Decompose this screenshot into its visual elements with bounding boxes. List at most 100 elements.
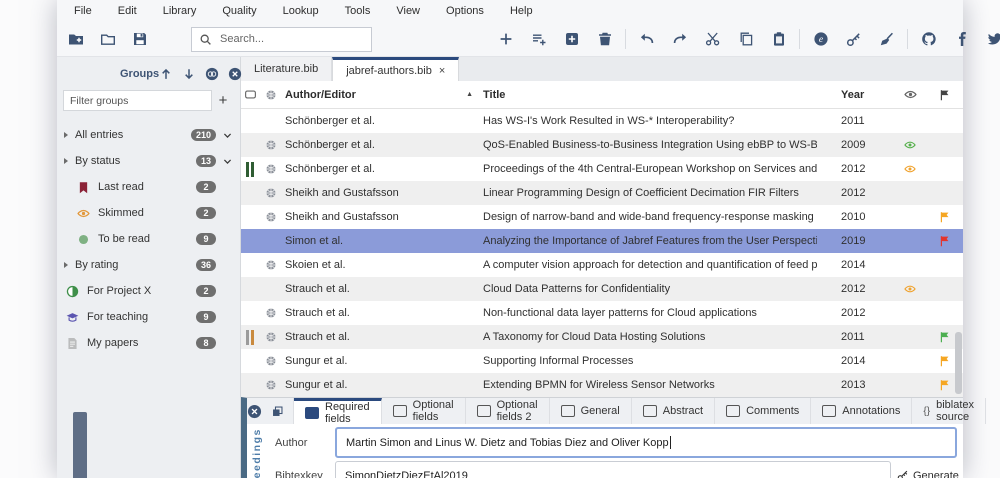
table-row[interactable]: Sungur et al.Extending BPMN for Wireless… — [241, 373, 963, 397]
table-row[interactable]: Sheikh and GustafssonDesign of narrow-ba… — [241, 205, 963, 229]
cut-icon[interactable] — [704, 31, 721, 48]
generate-key-button[interactable]: Generate — [897, 469, 963, 478]
column-readstatus[interactable] — [893, 88, 927, 101]
redo-icon[interactable] — [671, 31, 688, 48]
column-author[interactable]: Author/Editor ▲ — [283, 89, 481, 101]
url-cell — [259, 331, 283, 343]
group-item-all-entries[interactable]: All entries210 — [57, 122, 240, 148]
twitter-icon[interactable] — [986, 31, 1000, 48]
cleanup-icon[interactable] — [878, 31, 895, 48]
column-priority[interactable] — [927, 89, 963, 101]
table-row[interactable]: Simon et al.Analyzing the Importance of … — [241, 229, 963, 253]
new-library-icon[interactable] — [67, 31, 84, 48]
group-item-last-read[interactable]: Last read2 — [57, 174, 240, 200]
facebook-icon[interactable] — [953, 31, 970, 48]
menu-tools[interactable]: Tools — [332, 5, 384, 17]
table-row[interactable]: Strauch et al.Cloud Data Patterns for Co… — [241, 277, 963, 301]
table-row[interactable]: Sungur et al.Supporting Informal Process… — [241, 349, 963, 373]
chevron-down-icon[interactable] — [216, 130, 233, 141]
editor-tab-comments[interactable]: Comments — [715, 398, 811, 424]
editor-tab-required-fields[interactable]: Required fields — [294, 398, 382, 424]
search-input[interactable] — [218, 32, 364, 46]
editor-tab-general[interactable]: General — [550, 398, 632, 424]
library-tab-Literature.bib[interactable]: Literature.bib — [241, 57, 332, 81]
editor-tab-biblatex-source[interactable]: {}biblatex source — [912, 398, 986, 424]
close-entry-editor-button[interactable] — [247, 398, 262, 424]
new-entry-icon[interactable] — [497, 31, 514, 48]
menu-help[interactable]: Help — [497, 5, 546, 17]
table-scrollbar[interactable] — [955, 332, 962, 394]
table-row[interactable]: Schönberger et al.QoS-Enabled Business-t… — [241, 133, 963, 157]
fetch-web-icon[interactable]: e — [812, 31, 829, 48]
github-icon[interactable] — [920, 31, 937, 48]
menu-view[interactable]: View — [383, 5, 433, 17]
menu-options[interactable]: Options — [433, 5, 497, 17]
attachment-bars-icon — [246, 162, 254, 177]
menu-lookup[interactable]: Lookup — [270, 5, 332, 17]
library-tab-jabref-authors.bib[interactable]: jabref-authors.bib× — [332, 57, 459, 81]
group-item-my-papers[interactable]: My papers8 — [57, 330, 240, 356]
toolbar-separator — [625, 29, 626, 49]
group-item-to-be-read[interactable]: To be read9 — [57, 226, 240, 252]
menu-file[interactable]: File — [61, 5, 105, 17]
column-title[interactable]: Title — [481, 89, 817, 101]
table-row[interactable]: Sheikh and GustafssonLinear Programming … — [241, 181, 963, 205]
table-row[interactable]: Strauch et al.Non-functional data layer … — [241, 301, 963, 325]
add-box-icon[interactable] — [563, 31, 580, 48]
delete-entry-icon[interactable] — [596, 31, 613, 48]
year-cell: 2012 — [817, 283, 893, 295]
open-library-icon[interactable] — [99, 31, 116, 48]
close-circle-icon[interactable] — [228, 67, 242, 81]
file-attachment-cell — [241, 162, 259, 177]
author-input[interactable]: Martin Simon and Linus W. Dietz and Tobi… — [335, 427, 957, 458]
editor-tab-abstract[interactable]: Abstract — [632, 398, 715, 424]
bibtexkey-input[interactable]: SimonDietzDiezEtAl2019 — [335, 461, 891, 478]
chevron-down-icon[interactable] — [216, 156, 233, 167]
save-library-icon[interactable] — [131, 31, 148, 48]
add-group-button[interactable]: + — [212, 91, 234, 110]
editor-tab-annotations[interactable]: Annotations — [811, 398, 912, 424]
read-status-eye-icon — [904, 283, 916, 295]
union-icon[interactable] — [205, 67, 219, 81]
expander-icon[interactable] — [64, 262, 75, 268]
table-row[interactable]: Schönberger et al.Has WS-I's Work Result… — [241, 109, 963, 133]
expander-icon[interactable] — [64, 158, 75, 164]
new-entry-plain-icon[interactable] — [530, 31, 547, 48]
copy-icon[interactable] — [737, 31, 754, 48]
arrow-down-icon[interactable] — [182, 67, 196, 81]
menu-library[interactable]: Library — [150, 5, 210, 17]
paper-icon — [66, 336, 81, 351]
menu-edit[interactable]: Edit — [105, 5, 150, 17]
author-value: Martin Simon and Linus W. Dietz and Tobi… — [346, 437, 669, 449]
table-row[interactable]: Strauch et al.A Taxonomy for Cloud Data … — [241, 325, 963, 349]
undo-icon[interactable] — [638, 31, 655, 48]
table-row[interactable]: Skoien et al.A computer vision approach … — [241, 253, 963, 277]
title-cell: Cloud Data Patterns for Confidentiality — [481, 283, 817, 295]
group-item-by-status[interactable]: By status13 — [57, 148, 240, 174]
group-item-by-rating[interactable]: By rating36 — [57, 252, 240, 278]
paste-icon[interactable] — [770, 31, 787, 48]
title-cell: Analyzing the Importance of Jabref Featu… — [481, 235, 817, 247]
editor-tab-optional-fields[interactable]: Optional fields — [382, 398, 466, 424]
close-tab-icon[interactable]: × — [439, 65, 445, 77]
author-cell: Sungur et al. — [283, 379, 481, 391]
group-item-for-teaching[interactable]: For teaching9 — [57, 304, 240, 330]
editor-tab-label: Abstract — [663, 405, 703, 417]
column-year[interactable]: Year — [817, 89, 893, 101]
editor-tab-optional-fields-2[interactable]: Optional fields 2 — [466, 398, 550, 424]
column-url[interactable] — [259, 89, 283, 101]
menu-quality[interactable]: Quality — [209, 5, 269, 17]
tab-related-articles[interactable] — [262, 398, 294, 424]
group-label: By status — [75, 155, 196, 167]
keygen-icon[interactable] — [845, 31, 862, 48]
group-item-for-project-x[interactable]: For Project X2 — [57, 278, 240, 304]
column-file[interactable] — [241, 88, 259, 101]
author-cell: Skoien et al. — [283, 259, 481, 271]
filter-groups-input[interactable] — [63, 90, 212, 111]
search-box[interactable] — [191, 27, 372, 52]
author-cell: Simon et al. — [283, 235, 481, 247]
arrow-up-icon[interactable] — [159, 67, 173, 81]
table-row[interactable]: Schönberger et al.Proceedings of the 4th… — [241, 157, 963, 181]
expander-icon[interactable] — [64, 132, 75, 138]
group-item-skimmed[interactable]: Skimmed2 — [57, 200, 240, 226]
